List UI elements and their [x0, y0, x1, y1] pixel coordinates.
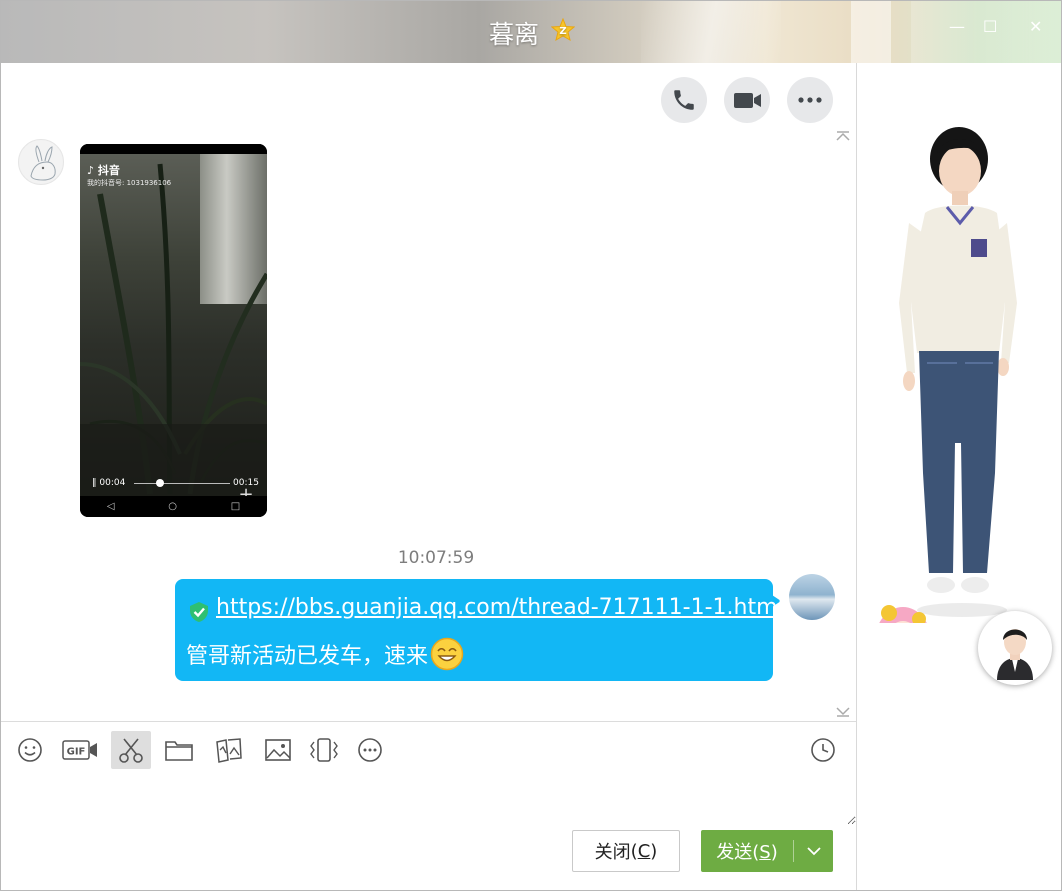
phone-icon	[674, 90, 694, 110]
qq-vip-badge-icon: Z	[550, 17, 576, 48]
clock-icon	[811, 738, 835, 762]
video-camera-icon	[734, 93, 761, 108]
contact-name: 暮离	[489, 20, 540, 49]
douyin-brand-label: ♪ 抖音	[87, 164, 120, 177]
show-panel	[856, 63, 1062, 890]
gif-button[interactable]: GIF	[60, 731, 100, 769]
screenshot-scissors-icon	[119, 738, 143, 763]
my-avatar[interactable]	[789, 574, 835, 620]
scroll-to-top-icon[interactable]	[835, 131, 851, 141]
message-input[interactable]	[1, 773, 856, 825]
video-current-time: ‖ 00:04	[92, 478, 126, 488]
more-circle-icon	[358, 738, 382, 762]
video-call-button[interactable]	[724, 77, 770, 123]
profile-avatar-icon	[997, 629, 1033, 680]
home-nav-icon: ○	[168, 501, 177, 512]
send-options-dropdown[interactable]	[794, 830, 833, 872]
phone-status-bar	[80, 144, 267, 154]
minimize-icon[interactable]: —	[949, 17, 965, 36]
gif-icon: GIF	[62, 740, 97, 760]
more-dots-icon	[798, 97, 822, 103]
message-link[interactable]: https://bbs.guanjia.qq.com/thread-717111…	[216, 595, 784, 620]
svg-text:GIF: GIF	[67, 747, 86, 758]
video-progress-track[interactable]	[134, 483, 230, 484]
outgoing-message-bubble[interactable]: https://bbs.guanjia.qq.com/thread-717111…	[175, 579, 784, 681]
avatar-show-figure[interactable]	[857, 63, 1062, 623]
image-button[interactable]	[258, 731, 298, 769]
scroll-to-bottom-icon[interactable]	[835, 707, 851, 717]
contact-avatar[interactable]	[18, 139, 64, 185]
voice-call-button[interactable]	[661, 77, 707, 123]
chat-window: 暮离 Z — ☐ ✕ ♪ 抖音 我的抖音号: 1031936106 ‖ 00:0…	[0, 0, 1062, 891]
file-button[interactable]	[159, 731, 199, 769]
folder-icon	[165, 741, 193, 761]
message-timestamp: 10:07:59	[397, 548, 475, 568]
svg-text:Z: Z	[559, 26, 566, 37]
send-button-label: 发送(S)	[716, 842, 778, 863]
title-bar[interactable]: 暮离 Z — ☐ ✕	[1, 1, 1061, 63]
shake-button[interactable]	[304, 731, 344, 769]
message-area[interactable]: ♪ 抖音 我的抖音号: 1031936106 ‖ 00:04 00:15 + ◁…	[1, 63, 856, 721]
send-text: 发送	[716, 842, 753, 863]
message-history-button[interactable]	[803, 731, 843, 769]
current-time-value: 00:04	[99, 478, 126, 488]
profile-mini-avatar[interactable]	[978, 611, 1052, 685]
emoji-icon	[18, 738, 42, 762]
douyin-id-text: 我的抖音号: 1031936106	[87, 179, 172, 187]
back-nav-icon: ◁	[106, 501, 115, 512]
recents-nav-icon: □	[230, 501, 241, 512]
plant-illustration	[80, 163, 267, 502]
phone-nav-bar: ◁ ○ □	[80, 496, 267, 517]
grin-emoji-icon	[430, 637, 464, 677]
close-shortcut-key: C	[637, 840, 651, 862]
window-title: 暮离 Z	[1, 15, 1061, 51]
chevron-down-icon	[806, 846, 821, 855]
screenshot-button[interactable]	[111, 731, 151, 769]
shake-icon	[310, 738, 338, 762]
security-shield-icon	[190, 602, 208, 622]
input-separator	[1, 721, 856, 722]
send-shortcut-key: S	[759, 842, 771, 863]
video-frame	[80, 154, 267, 502]
send-button[interactable]: 发送(S)	[701, 830, 833, 872]
close-button-label: 关闭	[594, 842, 631, 863]
image-edit-icon	[216, 738, 242, 763]
image-icon	[265, 739, 291, 761]
maximize-icon[interactable]: ☐	[983, 17, 997, 36]
close-window-icon[interactable]: ✕	[1029, 17, 1042, 36]
input-toolbar: GIF	[1, 727, 856, 773]
video-progress-knob[interactable]	[155, 479, 164, 487]
message-text-content: 管哥新活动已发车，速来	[186, 644, 429, 669]
video-message[interactable]: ♪ 抖音 我的抖音号: 1031936106 ‖ 00:04 00:15 + ◁…	[80, 144, 267, 517]
emoji-button[interactable]	[10, 731, 50, 769]
more-button[interactable]	[787, 77, 833, 123]
close-button[interactable]: 关闭(C)	[572, 830, 680, 872]
image-edit-button[interactable]	[209, 731, 249, 769]
more-tools-button[interactable]	[350, 731, 390, 769]
douyin-brand-text: 抖音	[97, 164, 120, 177]
message-text: 管哥新活动已发车，速来	[186, 637, 464, 677]
